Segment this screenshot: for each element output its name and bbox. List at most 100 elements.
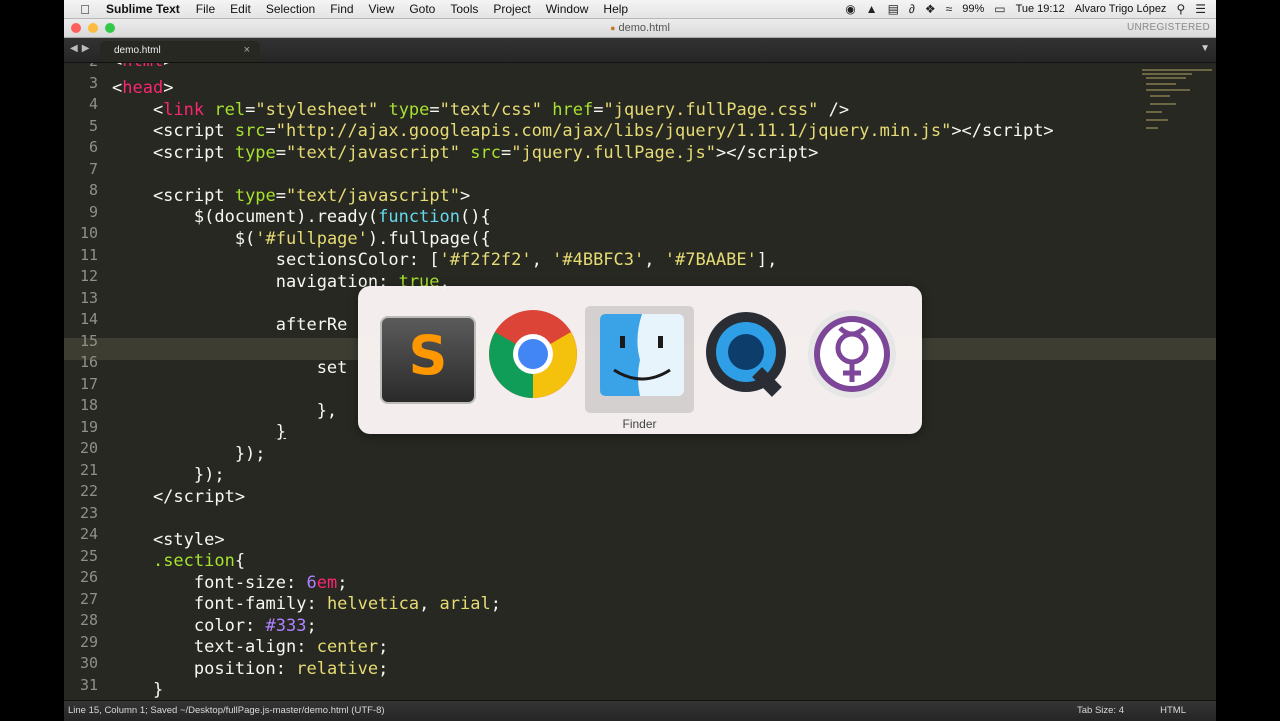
record-icon[interactable]: ◉	[845, 2, 855, 16]
status-bar: Line 15, Column 1; Saved ~/Desktop/fullP…	[64, 700, 1216, 721]
user-name[interactable]: Alvaro Trigo López	[1075, 3, 1167, 15]
code-line: <style>	[112, 529, 225, 550]
line-number: 13	[79, 288, 98, 307]
tab-label: demo.html	[114, 45, 161, 56]
menu-find[interactable]: Find	[330, 2, 353, 16]
tab-bar: ◀▶ demo.html × ▼	[64, 38, 1216, 63]
line-number: 8	[88, 181, 98, 199]
line-number: 15	[79, 331, 98, 350]
d-app-icon[interactable]: ∂	[909, 2, 915, 16]
code-line: }	[275, 422, 287, 442]
apple-menu-icon[interactable]: 	[78, 2, 92, 17]
code-line: <script type="text/javascript">	[112, 185, 471, 206]
quicktime-app-icon[interactable]	[702, 308, 794, 400]
line-number: 21	[79, 460, 98, 479]
minimap-line	[1142, 73, 1192, 75]
line-number: 31	[79, 675, 98, 694]
minimap-line	[1146, 77, 1186, 79]
line-number: 3	[88, 73, 98, 92]
menu-edit[interactable]: Edit	[230, 2, 251, 16]
line-number: 12	[79, 267, 98, 285]
tor-app-icon[interactable]	[806, 308, 898, 400]
line-number: 11	[79, 245, 98, 264]
wifi-icon[interactable]: ≈	[946, 2, 953, 16]
minimap[interactable]	[1140, 65, 1212, 135]
line-number: 29	[79, 632, 98, 651]
menu-help[interactable]: Help	[603, 2, 628, 16]
line-number: 10	[79, 224, 98, 242]
line-number-gutter: 2345678910111213141516171819202122232425…	[64, 63, 104, 700]
line-number: 24	[79, 525, 98, 543]
minimap-line	[1146, 127, 1158, 129]
sublime-s-glyph: S	[408, 324, 448, 387]
line-number: 17	[79, 374, 98, 393]
line-number: 18	[79, 396, 98, 414]
minimap-line	[1150, 103, 1176, 105]
menu-goto[interactable]: Goto	[409, 2, 435, 16]
chrome-icon	[489, 310, 577, 398]
adobe-icon[interactable]: ▲	[866, 2, 878, 16]
line-number: 4	[88, 95, 98, 113]
window-title: ● demo.html	[64, 22, 1216, 34]
line-number: 28	[79, 611, 98, 629]
line-number: 19	[79, 417, 98, 436]
line-number: 27	[79, 589, 98, 608]
line-number: 2	[64, 63, 98, 73]
menu-view[interactable]: View	[369, 2, 395, 16]
code-line: $('#fullpage').fullpage({	[112, 228, 491, 249]
code-line: <link rel="stylesheet" type="text/css" h…	[152, 99, 850, 120]
line-number: 5	[88, 116, 98, 135]
notification-center-icon[interactable]: ☰	[1195, 2, 1206, 16]
document-icon: ●	[610, 23, 616, 33]
tab-nav-arrows[interactable]: ◀▶	[70, 43, 93, 54]
minimap-line	[1150, 95, 1170, 97]
line-number: 30	[79, 654, 98, 672]
code-line: $(document).ready(function(){	[112, 207, 491, 227]
battery-icon[interactable]: ▭	[994, 2, 1005, 16]
menu-project[interactable]: Project	[493, 2, 530, 16]
minimap-line	[1142, 69, 1212, 71]
line-number: 20	[79, 439, 98, 457]
selected-app-label: Finder	[622, 417, 657, 431]
line-number: 16	[79, 353, 98, 371]
line-number: 22	[79, 482, 98, 500]
tab-dropdown-icon[interactable]: ▼	[1200, 43, 1210, 54]
code-line: set	[112, 357, 348, 378]
finder-app-icon[interactable]	[596, 308, 688, 400]
tab-close-icon[interactable]: ×	[244, 44, 250, 56]
line-number: 23	[79, 503, 98, 522]
minimap-line	[1146, 111, 1162, 113]
tab-size-selector[interactable]: Tab Size: 4	[1077, 705, 1124, 716]
clock[interactable]: Tue 19:12	[1016, 3, 1065, 15]
code-line: .section{	[152, 551, 246, 571]
menu-app-name[interactable]: Sublime Text	[106, 2, 180, 16]
menu-file[interactable]: File	[196, 2, 215, 16]
code-line: },	[112, 400, 338, 421]
menu-selection[interactable]: Selection	[266, 2, 315, 16]
sublime-text-app-icon[interactable]: S	[378, 308, 476, 404]
tor-icon	[808, 310, 896, 398]
code-line: <script src="http://ajax.googleapis.com/…	[112, 121, 1054, 141]
dropbox-icon[interactable]: ❖	[925, 2, 936, 16]
menu-tools[interactable]: Tools	[450, 2, 478, 16]
code-line: <html>	[112, 63, 173, 73]
tab-demo-html[interactable]: demo.html ×	[100, 41, 260, 62]
line-number: 26	[79, 568, 98, 586]
battery-percent: 99%	[962, 3, 985, 15]
code-line: <script type="text/javascript" src="jque…	[112, 142, 819, 163]
menubar:  Sublime Text File Edit Selection Find …	[64, 0, 1216, 19]
code-line: <head>	[112, 78, 174, 98]
chrome-app-icon[interactable]	[487, 308, 579, 400]
code-line: sectionsColor: ['#f2f2f2', '#4BBFC3', '#…	[112, 250, 778, 270]
spotlight-search-icon[interactable]: ⚲	[1176, 2, 1185, 16]
dashboard-icon[interactable]: ▤	[888, 2, 899, 16]
sublime-icon-box: S	[380, 316, 476, 404]
code-line: afterRe	[112, 314, 348, 335]
menu-window[interactable]: Window	[546, 2, 589, 16]
syntax-selector[interactable]: HTML	[1160, 705, 1186, 716]
cursor-position-status: Line 15, Column 1; Saved ~/Desktop/fullP…	[68, 705, 385, 716]
window-title-text: demo.html	[618, 22, 670, 34]
line-number: 14	[79, 310, 98, 328]
code-line: font-size: 6em;	[112, 572, 348, 593]
code-line: });	[112, 465, 225, 485]
